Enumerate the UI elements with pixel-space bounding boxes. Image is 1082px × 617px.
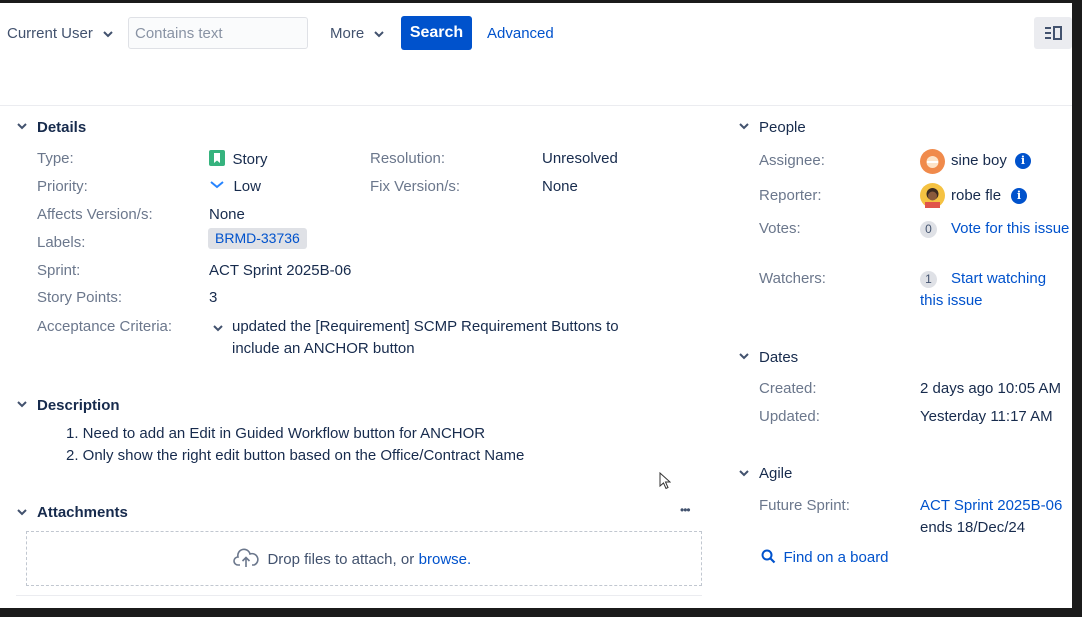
find-on-board-label: Find on a board [783,549,889,566]
dates-header[interactable]: Dates [759,349,798,366]
reporter-name[interactable]: robe fle [951,187,1001,204]
chevron-down-icon[interactable] [17,507,27,517]
section-divider [16,595,702,596]
type-value: Story [232,151,268,168]
affects-version-label: Affects Version/s: [37,206,153,223]
description-item: 1. Need to add an Edit in Guided Workflo… [66,425,486,442]
detail-view-icon [1045,26,1062,40]
search-icon [761,549,776,564]
acceptance-criteria-line2: include an ANCHOR button [232,340,415,357]
chevron-down-icon[interactable] [213,323,223,333]
mouse-cursor-icon [659,472,671,490]
future-sprint-link[interactable]: ACT Sprint 2025B-06 [920,497,1062,514]
priority-low-icon [210,181,224,189]
info-icon[interactable]: i [1015,153,1031,169]
attachments-more-button[interactable]: ••• [680,503,691,517]
drop-text: Drop files to attach, or [267,551,415,568]
future-sprint-ends: ends 18/Dec/24 [920,519,1026,536]
user-filter-label: Current User [7,25,93,42]
watchers-label: Watchers: [759,270,826,287]
search-input-box[interactable] [128,17,311,49]
view-toggle-button[interactable] [1034,17,1072,49]
details-header[interactable]: Details [37,119,86,136]
info-icon[interactable]: i [1011,188,1027,204]
assignee-label: Assignee: [759,152,825,169]
type-field: Story [209,150,267,169]
story-icon [209,150,225,166]
start-watching-link-cont[interactable]: this issue [920,292,983,309]
chevron-down-icon [103,31,113,38]
resolution-label: Resolution: [370,150,446,167]
labels-label: Labels: [37,234,86,251]
search-input[interactable] [129,18,311,48]
assignee-name[interactable]: sine boy [951,152,1007,169]
chevron-down-icon[interactable] [17,399,27,409]
user-filter-dropdown[interactable]: Current User [7,25,113,42]
start-watching-link[interactable]: Start watching [951,270,1046,287]
votes-label: Votes: [759,220,801,237]
acceptance-criteria-line1: updated the [Requirement] SCMP Requireme… [232,318,619,335]
avatar-face-icon [926,156,939,168]
issue-view: Current User More Search Advanced Detail… [0,3,1072,608]
chevron-down-icon[interactable] [17,121,27,131]
find-on-board-button[interactable]: Find on a board [761,549,889,567]
created-label: Created: [759,380,817,397]
chevron-down-icon[interactable] [739,121,749,131]
chevron-down-icon [374,31,385,38]
fix-version-value: None [542,178,578,195]
attachments-header[interactable]: Attachments [37,504,128,521]
agile-header[interactable]: Agile [759,465,792,482]
more-dropdown[interactable]: More [330,25,385,42]
description-header[interactable]: Description [37,397,120,414]
priority-value: Low [233,178,261,195]
more-label: More [330,25,365,42]
vote-link[interactable]: Vote for this issue [951,220,1069,237]
story-points-label: Story Points: [37,289,123,306]
description-item: 2. Only show the right edit button based… [66,447,525,464]
assignee-avatar[interactable] [920,149,945,174]
sprint-value: ACT Sprint 2025B-06 [209,262,352,279]
chevron-down-icon[interactable] [739,351,749,361]
affects-version-value: None [209,206,245,223]
type-label: Type: [37,150,74,167]
avatar-face-icon [925,188,940,208]
chevron-down-icon[interactable] [739,468,749,478]
label-tag[interactable]: BRMD-33736 [208,228,307,249]
updated-label: Updated: [759,408,820,425]
dropzone-content: Drop files to attach, or browse. [233,548,471,569]
sprint-label: Sprint: [37,262,81,279]
priority-field: Low [209,178,261,196]
future-sprint-label: Future Sprint: [759,497,850,514]
toolbar-divider [0,105,1072,106]
reporter-label: Reporter: [759,187,822,204]
story-points-value: 3 [209,289,218,306]
advanced-link[interactable]: Advanced [487,25,554,42]
reporter-avatar[interactable] [920,183,945,208]
upload-cloud-icon [233,548,259,567]
search-button[interactable]: Search [401,16,472,50]
priority-label: Priority: [37,178,88,195]
votes-count-badge: 0 [920,221,937,238]
fix-version-label: Fix Version/s: [370,178,461,195]
watchers-count-badge: 1 [920,271,937,288]
created-value: 2 days ago 10:05 AM [920,380,1061,397]
resolution-value: Unresolved [542,150,618,167]
acceptance-criteria-label: Acceptance Criteria: [37,318,173,335]
updated-value: Yesterday 11:17 AM [920,408,1053,425]
browse-link[interactable]: browse. [419,551,472,568]
people-header[interactable]: People [759,119,806,136]
